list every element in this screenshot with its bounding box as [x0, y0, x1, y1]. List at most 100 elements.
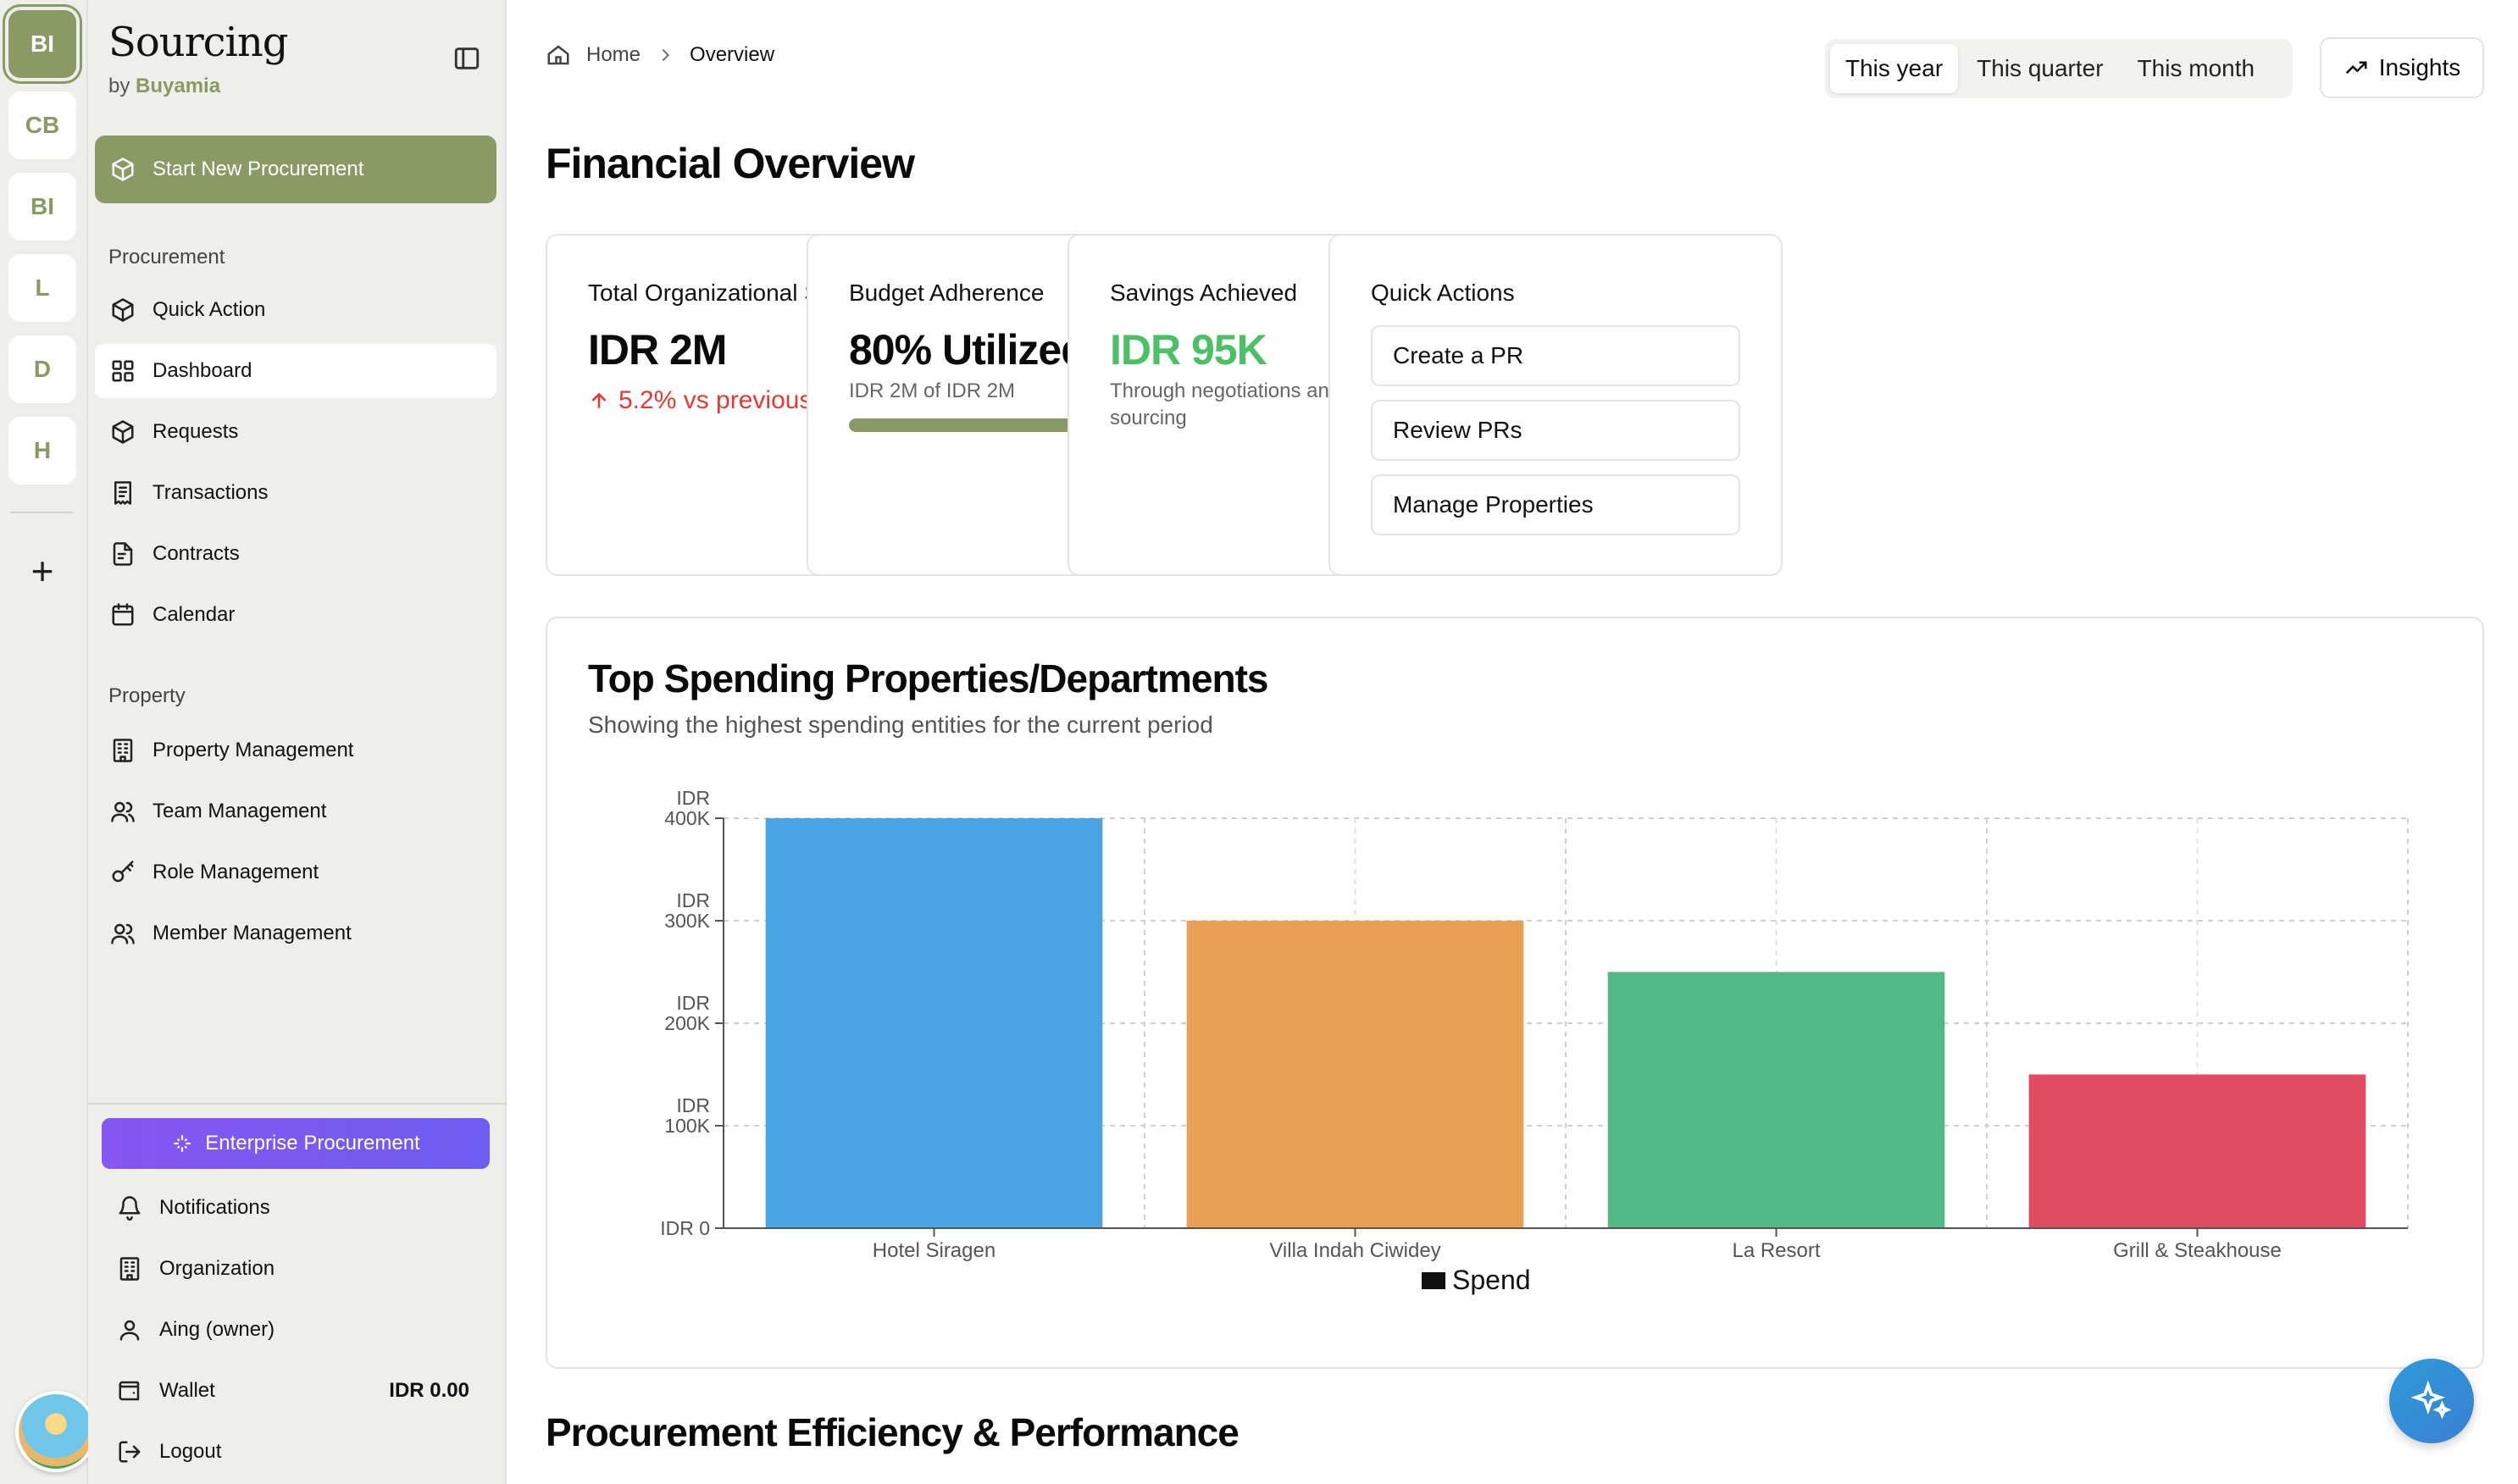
sidebar-item-label: Aing (owner): [159, 1318, 275, 1341]
logout-icon: [119, 1441, 141, 1463]
sidebar-item-notifications[interactable]: Notifications: [102, 1181, 490, 1235]
sidebar-item-requests[interactable]: Requests: [95, 405, 496, 459]
user-icon: [119, 1320, 140, 1341]
sidebar-item-calendar[interactable]: Calendar: [95, 588, 496, 642]
users-icon: [111, 801, 135, 822]
sidebar-item-label: Member Management: [153, 922, 352, 944]
sparkles-icon: [2410, 1380, 2452, 1420]
bar-0: [765, 818, 1103, 1228]
workspace-0[interactable]: BI: [8, 10, 76, 78]
ai-assistant-button[interactable]: [2389, 1359, 2474, 1443]
y-tick-label: IDR 100K: [664, 1094, 710, 1137]
building-icon: [113, 739, 133, 762]
card-title: Budget Adherence: [849, 280, 1045, 306]
sidebar-item-team-management[interactable]: Team Management: [95, 784, 496, 839]
brand-subtitle: by Buyamia: [108, 75, 221, 97]
sidebar-item-label: Quick Action: [153, 298, 266, 321]
breadcrumb-home[interactable]: Home: [586, 43, 641, 67]
wallet-icon: [119, 1381, 140, 1401]
sidebar-collapse-icon[interactable]: [452, 44, 481, 73]
period-option-this-year[interactable]: This year: [1830, 44, 1959, 93]
legend-label: Spend: [1452, 1265, 1531, 1295]
workspace-rail: BI CB BI L D H +: [0, 0, 88, 1484]
user-avatar[interactable]: [15, 1391, 97, 1472]
key-icon: [112, 861, 134, 883]
insights-button[interactable]: Insights: [2320, 37, 2484, 98]
y-tick-label: IDR 300K: [664, 889, 710, 932]
brand-company: Buyamia: [136, 75, 221, 97]
sidebar-item-contracts[interactable]: Contracts: [95, 527, 496, 581]
x-tick-label: La Resort: [1732, 1239, 1820, 1262]
receipt-icon: [114, 481, 131, 505]
sidebar-item-label: Organization: [159, 1257, 275, 1280]
sidebar: Sourcing by Buyamia Start New Procuremen…: [88, 0, 507, 1484]
period-option-this-month[interactable]: This month: [2122, 44, 2271, 93]
sidebar-item-label: Wallet: [159, 1379, 215, 1402]
legend-swatch: [1422, 1272, 1445, 1289]
sidebar-item-transactions[interactable]: Transactions: [95, 466, 496, 520]
sidebar-item-quick-action[interactable]: Quick Action: [95, 283, 496, 337]
bar-3: [2028, 1074, 2366, 1228]
bar-1: [1186, 921, 1524, 1228]
rail-divider: [10, 512, 73, 513]
workspace-2[interactable]: BI: [8, 173, 76, 241]
card-title: Quick Actions: [1371, 280, 1515, 306]
sidebar-item-dashboard[interactable]: Dashboard: [95, 344, 496, 398]
main-content: Home Overview This year This quarter This …: [507, 0, 2518, 1484]
y-tick-label: IDR 0: [660, 1217, 710, 1239]
building-icon: [119, 1257, 140, 1281]
sidebar-item-organization[interactable]: Organization: [102, 1242, 490, 1296]
box-icon: [112, 420, 134, 444]
manage-properties-button[interactable]: Manage Properties: [1371, 474, 1740, 535]
workspace-1[interactable]: CB: [8, 91, 76, 159]
page-title: Financial Overview: [546, 140, 915, 187]
home-icon[interactable]: [546, 42, 571, 68]
x-tick-label: Grill & Steakhouse: [2113, 1239, 2282, 1262]
add-workspace-icon[interactable]: +: [22, 551, 63, 591]
breadcrumb-current: Overview: [690, 43, 775, 66]
sidebar-item-label: Team Management: [153, 800, 327, 822]
x-tick-label: Villa Indah Ciwidey: [1269, 1239, 1440, 1262]
card-title: Savings Achieved: [1110, 280, 1298, 306]
sidebar-item-label: Logout: [159, 1440, 222, 1463]
sidebar-item-property-management[interactable]: Property Management: [95, 723, 496, 778]
sidebar-item-label: Calendar: [153, 603, 236, 626]
card-value: IDR 95K: [1110, 326, 1267, 374]
workspace-4[interactable]: D: [8, 335, 76, 403]
contract-icon: [113, 542, 133, 566]
start-new-procurement-button[interactable]: Start New Procurement: [95, 136, 496, 203]
top-spending-chart-card: Top Spending Properties/Departments Show…: [546, 617, 2484, 1369]
sidebar-divider: [88, 1103, 507, 1105]
review-prs-button[interactable]: Review PRs: [1371, 400, 1740, 461]
calendar-icon: [112, 603, 134, 626]
bar-2: [1607, 972, 1945, 1228]
sidebar-item-wallet[interactable]: Wallet IDR 0.00: [102, 1364, 490, 1418]
create-pr-button[interactable]: Create a PR: [1371, 325, 1740, 386]
sidebar-item-label: Transactions: [153, 481, 269, 504]
workspace-3[interactable]: L: [8, 254, 76, 322]
sidebar-item-label: Role Management: [153, 861, 319, 883]
workspace-5[interactable]: H: [8, 417, 76, 485]
sparkle-icon: [174, 1135, 191, 1152]
section-title: Procurement Efficiency & Performance: [546, 1410, 1240, 1454]
sidebar-item-member-management[interactable]: Member Management: [95, 906, 496, 961]
grid-icon: [112, 360, 134, 382]
sidebar-item-label: Notifications: [159, 1196, 270, 1219]
sidebar-item-label: Requests: [153, 420, 239, 443]
package-icon: [112, 158, 134, 181]
sidebar-item-aing-owner[interactable]: Aing (owner): [102, 1303, 490, 1357]
sidebar-item-logout[interactable]: Logout: [102, 1425, 490, 1479]
sidebar-item-label: Property Management: [153, 739, 354, 761]
y-tick-label: IDR 200K: [664, 992, 710, 1034]
period-option-this-quarter[interactable]: This quarter: [1961, 44, 2118, 93]
wallet-balance: IDR 0.00: [389, 1379, 469, 1402]
users-icon: [111, 923, 135, 944]
procurement-section-label: Procurement: [108, 246, 225, 269]
breadcrumb: Home Overview: [546, 42, 774, 68]
trending-up-icon: [2345, 61, 2367, 75]
property-section-label: Property: [108, 684, 186, 707]
sidebar-item-role-management[interactable]: Role Management: [95, 845, 496, 900]
period-selector: This year This quarter This month: [1825, 39, 2293, 98]
enterprise-procurement-button[interactable]: Enterprise Procurement: [102, 1118, 490, 1169]
x-tick-label: Hotel Siragen: [873, 1239, 996, 1262]
